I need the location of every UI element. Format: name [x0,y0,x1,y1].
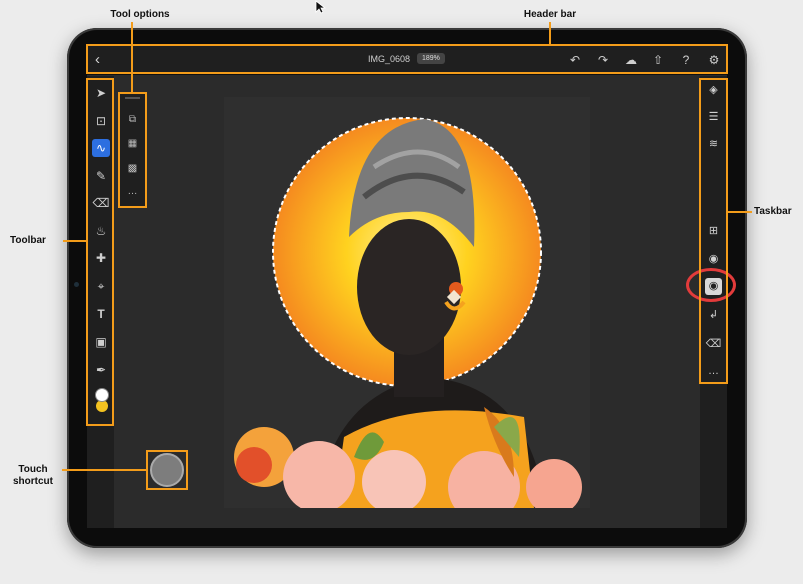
header-bar-callout-box [86,44,728,74]
header-bar-leader [549,22,551,44]
toolbar-callout-box [86,78,114,426]
touch-shortcut-label: Touch shortcut [13,464,53,487]
artwork-image [224,97,590,508]
mouse-cursor-icon [315,0,327,14]
taskbar-leader [728,211,752,213]
taskbar-label: Taskbar [754,206,792,217]
tool-options-label: Tool options [110,9,170,20]
tool-options-callout-box [118,92,147,208]
taskbar-callout-box [699,78,728,384]
document-canvas[interactable] [224,97,590,508]
camera-dot [74,282,79,287]
tool-options-leader [131,22,133,92]
header-bar-label: Header bar [523,9,577,20]
touch-shortcut-leader [62,469,146,471]
touch-shortcut-callout-box [146,450,188,490]
toolbar-label: Toolbar [10,235,46,246]
toolbar-leader [63,240,86,242]
